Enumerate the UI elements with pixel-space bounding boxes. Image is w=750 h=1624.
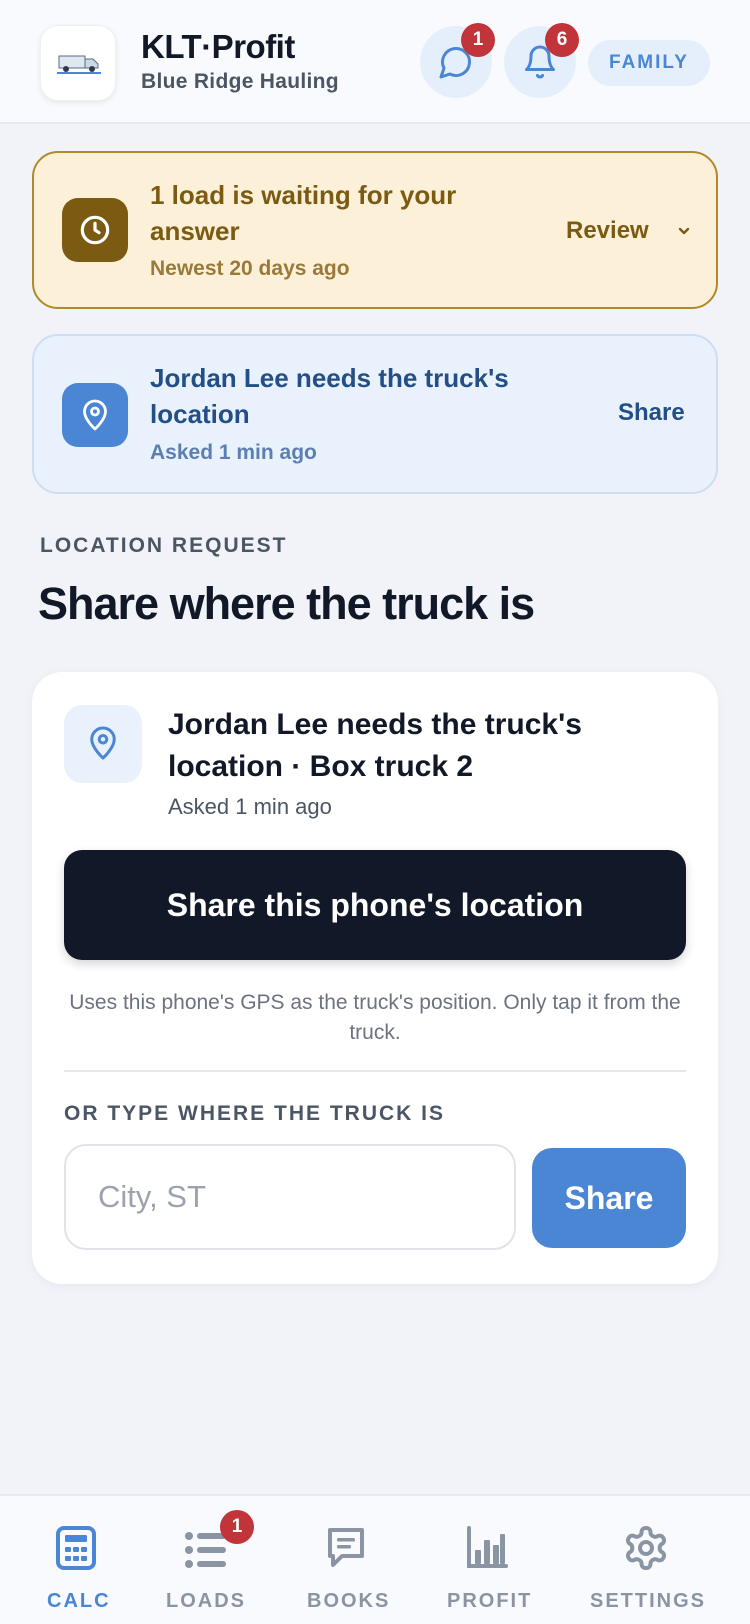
location-request-time: Asked 1 min ago bbox=[150, 441, 317, 464]
banner-share-button[interactable]: Share bbox=[618, 399, 685, 427]
company-name: Blue Ridge Hauling bbox=[141, 70, 339, 93]
app-header: KLT·Profit Blue Ridge Hauling 1 6 FAMILY bbox=[0, 0, 750, 124]
nav-label-calc: CALC bbox=[47, 1590, 111, 1612]
pin-icon-tile bbox=[62, 383, 128, 447]
clock-icon bbox=[80, 215, 110, 245]
map-pin-icon bbox=[83, 399, 107, 431]
nav-item-profit[interactable]: PROFIT bbox=[446, 1496, 530, 1624]
bar-chart-icon bbox=[467, 1526, 508, 1568]
map-pin-icon bbox=[90, 726, 116, 760]
review-button[interactable]: Review bbox=[566, 211, 696, 251]
review-label: Review bbox=[566, 217, 649, 244]
gps-help-text: Uses this phone's GPS as the truck's pos… bbox=[69, 991, 681, 1044]
company-logo bbox=[40, 25, 116, 101]
book-icon bbox=[328, 1528, 364, 1567]
truck-logo-icon bbox=[57, 55, 101, 74]
nav-label-books: BOOKS bbox=[307, 1590, 391, 1612]
pending-load-banner[interactable]: 1 load is waiting for your answer Newest… bbox=[32, 151, 718, 309]
share-phone-location-button[interactable]: Share this phone's location bbox=[64, 850, 686, 960]
nav-item-settings[interactable]: SETTINGS bbox=[590, 1496, 706, 1624]
role-pill[interactable]: FAMILY bbox=[588, 40, 710, 86]
app-title: KLT·Profit bbox=[141, 28, 295, 65]
calculator-icon bbox=[56, 1526, 96, 1570]
nav-label-profit: PROFIT bbox=[447, 1590, 533, 1612]
messages-badge: 1 bbox=[461, 23, 495, 57]
manual-location-label: OR TYPE WHERE THE TRUCK IS bbox=[64, 1102, 446, 1125]
pending-time: Newest 20 days ago bbox=[150, 257, 350, 280]
nav-item-calc[interactable]: CALC bbox=[40, 1496, 114, 1624]
section-eyebrow: LOCATION REQUEST bbox=[40, 534, 288, 557]
divider bbox=[64, 1070, 686, 1072]
nav-label-settings: SETTINGS bbox=[590, 1590, 707, 1612]
nav-item-loads[interactable]: 1 LOADS bbox=[164, 1496, 264, 1624]
city-state-input[interactable] bbox=[64, 1144, 516, 1250]
nav-item-books[interactable]: BOOKS bbox=[304, 1496, 388, 1624]
location-request-banner[interactable]: Jordan Lee needs the truck's location As… bbox=[32, 334, 718, 494]
chevron-down-icon bbox=[678, 227, 690, 235]
card-time: Asked 1 min ago bbox=[168, 794, 332, 819]
list-icon bbox=[185, 1532, 226, 1568]
share-typed-location-button[interactable]: Share bbox=[532, 1148, 686, 1248]
location-request-card: Jordan Lee needs the truck's location · … bbox=[32, 672, 718, 1284]
bottom-nav: CALC 1 LOADS BOOKS PROFIT SETTINGS bbox=[0, 1494, 750, 1624]
card-title: Jordan Lee needs the truck's location · … bbox=[168, 708, 582, 783]
page-title: Share where the truck is bbox=[38, 578, 535, 629]
gear-icon bbox=[626, 1526, 666, 1570]
nav-label-loads: LOADS bbox=[166, 1590, 246, 1612]
clock-icon-tile bbox=[62, 198, 128, 262]
loads-badge: 1 bbox=[220, 1510, 254, 1544]
location-request-title: Jordan Lee needs the truck's location bbox=[150, 363, 509, 429]
pending-title: 1 load is waiting for your answer bbox=[150, 180, 457, 246]
card-pin-tile bbox=[64, 705, 142, 783]
notifications-badge: 6 bbox=[545, 23, 579, 57]
